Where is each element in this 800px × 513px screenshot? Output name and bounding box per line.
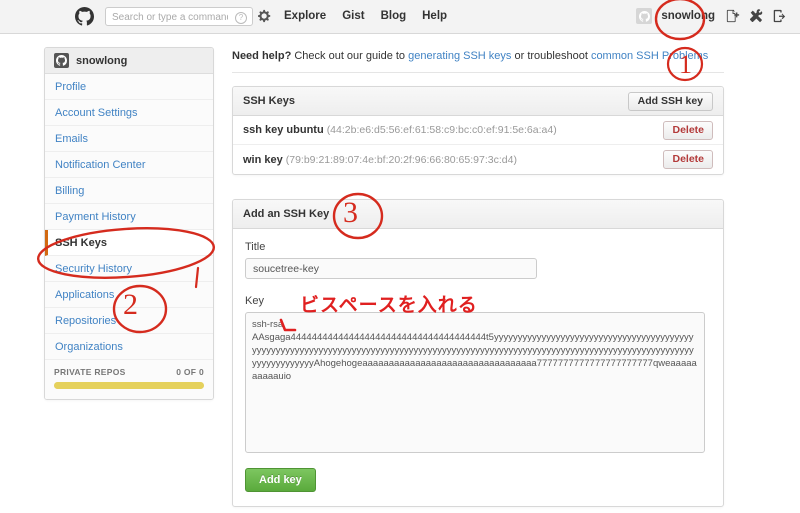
private-repos-progress-bar (54, 382, 204, 389)
sidebar-item-label: Security History (55, 262, 133, 275)
ssh-key-name: ssh key ubuntu (243, 124, 324, 136)
ssh-key-name: win key (243, 153, 283, 166)
sidebar-item-billing[interactable]: Billing (45, 178, 213, 204)
ssh-key-info: win key (79:b9:21:89:07:4e:bf:20:2f:96:66… (243, 154, 517, 166)
avatar-icon (54, 53, 69, 68)
add-ssh-key-panel-header: Add an SSH Key (233, 200, 723, 229)
header-username[interactable]: snowlong (661, 10, 715, 22)
sidebar-item-label: Organizations (55, 340, 123, 353)
main-content: Need help? Check out our guide to genera… (232, 50, 724, 507)
sidebar-item-label: Billing (55, 184, 85, 197)
sidebar-item-organizations[interactable]: Organizations (45, 334, 213, 360)
gear-icon[interactable] (258, 9, 272, 23)
github-mark-icon[interactable] (75, 7, 94, 26)
add-ssh-key-form: Title Key ssh-rsa AAsgaga444444444444444… (233, 229, 723, 506)
add-ssh-key-button[interactable]: Add SSH key (627, 91, 713, 111)
table-row: win key (79:b9:21:89:07:4e:bf:20:2f:96:66… (233, 145, 723, 174)
private-repos-count: 0 OF 0 (176, 367, 204, 377)
sidebar-item-payment-history[interactable]: Payment History (45, 204, 213, 230)
help-banner-text-1: Check out our guide to (291, 50, 409, 62)
add-key-submit-button[interactable]: Add key (245, 468, 316, 492)
sidebar-item-label: Profile (55, 80, 87, 93)
key-textarea[interactable]: ssh-rsa AAsgaga4444444444444444444444444… (245, 312, 705, 453)
sidebar-item-account-settings[interactable]: Account Settings (45, 100, 213, 126)
private-repos-progress-fill (54, 382, 204, 389)
avatar[interactable] (636, 8, 653, 24)
settings-sidebar: snowlong Profile Account Settings Emails… (44, 47, 214, 400)
nav-link-help[interactable]: Help (422, 10, 447, 22)
header-user-area: snowlong (636, 8, 786, 24)
sidebar-item-emails[interactable]: Emails (45, 126, 213, 152)
help-banner-strong: Need help? (232, 50, 292, 62)
delete-ssh-key-button[interactable]: Delete (663, 150, 713, 169)
delete-ssh-key-button[interactable]: Delete (663, 120, 713, 140)
title-field-label: Title (245, 241, 266, 253)
table-row: ssh key ubuntu (44:2b:e6:d5:56:ef:61:58:c… (233, 116, 723, 145)
key-field-label: Key (245, 295, 264, 307)
sidebar-item-label: Account Settings (55, 106, 138, 119)
link-generating-ssh-keys[interactable]: generating SSH keys (408, 50, 511, 62)
sidebar-item-profile[interactable]: Profile (45, 74, 213, 100)
sidebar-user-header: snowlong (45, 48, 213, 74)
ssh-key-info: ssh key ubuntu (44:2b:e6:d5:56:ef:61:58:c… (243, 124, 557, 136)
header-nav-links: Explore Gist Blog Help (284, 10, 447, 22)
search-box[interactable]: ? (105, 7, 253, 26)
add-ssh-key-panel: Add an SSH Key Title Key ssh-rsa AAsgaga… (232, 199, 724, 507)
account-settings-tools-icon[interactable] (749, 9, 763, 23)
sidebar-item-label: Emails (55, 132, 89, 145)
search-input[interactable] (112, 10, 228, 25)
nav-link-blog[interactable]: Blog (381, 10, 407, 22)
add-ssh-key-panel-title: Add an SSH Key (243, 208, 330, 220)
help-banner: Need help? Check out our guide to genera… (232, 50, 724, 73)
link-common-ssh-problems[interactable]: common SSH Problems (591, 50, 708, 62)
sidebar-item-label: Notification Center (55, 158, 146, 171)
ssh-key-fingerprint: (44:2b:e6:d5:56:ef:61:58:c9:bc:c0:ef:91:… (326, 124, 557, 136)
ssh-keys-panel: SSH Keys Add SSH key ssh key ubuntu (44:2… (232, 86, 724, 175)
private-repos-label: PRIVATE REPOS (54, 367, 126, 377)
question-circle-icon[interactable]: ? (235, 12, 247, 24)
help-banner-text-2: or troubleshoot (511, 50, 591, 62)
sidebar-item-security-history[interactable]: Security History (45, 256, 213, 282)
private-repos-meter: PRIVATE REPOS 0 OF 0 (45, 360, 213, 399)
sidebar-item-applications[interactable]: Applications (45, 282, 213, 308)
create-new-repo-icon[interactable] (726, 9, 740, 23)
top-header-bar: ? Explore Gist Blog Help snowlong (0, 0, 800, 34)
nav-link-explore[interactable]: Explore (284, 10, 326, 22)
nav-link-gist[interactable]: Gist (342, 10, 364, 22)
sign-out-icon[interactable] (772, 9, 786, 23)
sidebar-item-notification-center[interactable]: Notification Center (45, 152, 213, 178)
title-input[interactable] (245, 258, 537, 279)
ssh-keys-panel-title: SSH Keys (243, 95, 295, 107)
sidebar-item-label: Applications (55, 288, 115, 301)
sidebar-item-ssh-keys[interactable]: SSH Keys (45, 230, 213, 256)
sidebar-username: snowlong (76, 54, 128, 67)
sidebar-item-label: Repositories (55, 314, 117, 327)
sidebar-item-label: Payment History (55, 210, 136, 223)
ssh-key-fingerprint: (79:b9:21:89:07:4e:bf:20:2f:96:66:80:65:… (285, 153, 517, 166)
sidebar-item-repositories[interactable]: Repositories (45, 308, 213, 334)
ssh-keys-panel-header: SSH Keys Add SSH key (233, 87, 723, 116)
sidebar-item-label: SSH Keys (55, 236, 107, 249)
